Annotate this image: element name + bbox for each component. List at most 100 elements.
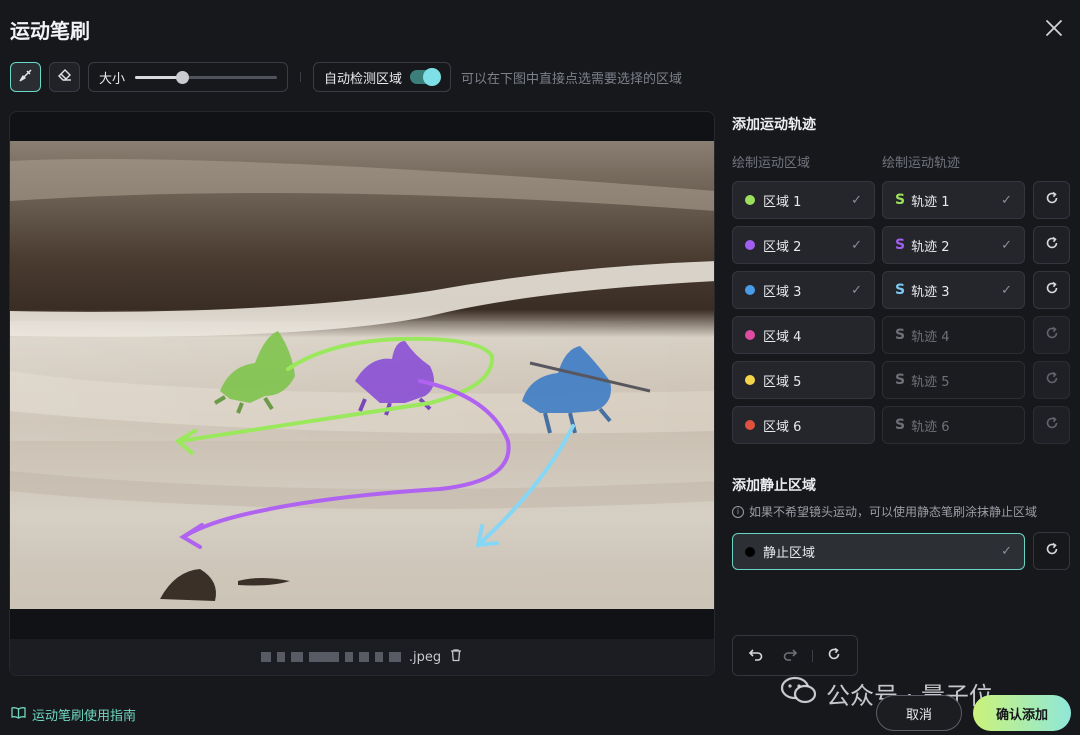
book-icon	[11, 706, 26, 723]
select-hint: 可以在下图中直接点选需要选择的区域	[461, 71, 683, 87]
reset-row-button-4[interactable]	[1033, 316, 1070, 354]
slider-handle[interactable]	[175, 70, 189, 84]
trajectory-label: 轨迹 6	[911, 419, 950, 435]
brush-size-control: 大小	[88, 62, 288, 92]
area-column-label: 绘制运动区域	[732, 156, 811, 171]
static-section-title: 添加静止区域	[732, 478, 816, 494]
static-area-button[interactable]: 静止区域 ✓	[732, 533, 1025, 570]
area-label: 区域 2	[763, 239, 802, 255]
file-extension: .jpeg	[408, 649, 442, 665]
size-label: 大小	[99, 71, 126, 87]
trajectory-button-4[interactable]: S 轨迹 4	[882, 316, 1025, 354]
area-color-dot	[745, 285, 755, 295]
area-label: 区域 3	[763, 284, 802, 300]
trajectory-column-label: 绘制运动轨迹	[882, 156, 961, 171]
reset-all-button[interactable]	[821, 643, 847, 669]
eraser-tool-button[interactable]	[49, 62, 80, 92]
trajectory-icon: S	[895, 372, 906, 388]
confirm-add-button[interactable]: 确认添加	[973, 695, 1071, 731]
area-button-6[interactable]: 区域 6	[732, 406, 875, 444]
reset-icon	[1044, 190, 1060, 210]
reset-icon	[1044, 235, 1060, 255]
guide-link[interactable]: 运动笔刷使用指南	[11, 705, 136, 724]
trajectory-button-5[interactable]: S 轨迹 5	[882, 361, 1025, 399]
trajectory-label: 轨迹 5	[911, 374, 950, 390]
file-name-redacted	[260, 652, 401, 662]
redo-icon	[782, 646, 798, 666]
delete-file-icon[interactable]	[449, 648, 463, 666]
undo-icon	[748, 646, 764, 666]
motion-row: 区域 6 S 轨迹 6	[732, 406, 1070, 444]
motion-row: 区域 4 S 轨迹 4	[732, 316, 1070, 354]
area-button-2[interactable]: 区域 2 ✓	[732, 226, 875, 264]
trajectory-button-3[interactable]: S 轨迹 3 ✓	[882, 271, 1025, 309]
trajectory-icon: S	[895, 192, 906, 208]
guide-link-label: 运动笔刷使用指南	[32, 709, 137, 724]
reset-icon	[1044, 415, 1060, 435]
reset-row-button-6[interactable]	[1033, 406, 1070, 444]
paint-canvas[interactable]	[10, 141, 715, 609]
static-reset-button[interactable]	[1033, 532, 1070, 570]
brush-toolbar: 大小 自动检测区域 可以在下图中直接点选需要选择的区域	[10, 62, 682, 92]
check-icon: ✓	[1001, 282, 1012, 298]
trajectory-label: 轨迹 2	[911, 239, 950, 255]
auto-detect-toggle[interactable]	[410, 68, 442, 86]
motion-row: 区域 5 S 轨迹 5	[732, 361, 1070, 399]
brush-size-slider[interactable]	[135, 70, 277, 84]
static-area-label: 静止区域	[763, 546, 816, 561]
canvas-panel: .jpeg	[9, 111, 715, 676]
area-button-5[interactable]: 区域 5	[732, 361, 875, 399]
area-button-3[interactable]: 区域 3 ✓	[732, 271, 875, 309]
cancel-button[interactable]: 取消	[876, 695, 962, 731]
area-label: 区域 6	[763, 419, 802, 435]
trajectory-icon: S	[895, 327, 906, 343]
file-bar: .jpeg	[10, 639, 714, 675]
brush-tool-button[interactable]	[10, 62, 41, 92]
check-icon: ✓	[1001, 544, 1012, 559]
trajectory-label: 轨迹 3	[911, 284, 950, 300]
brush-icon	[18, 67, 34, 87]
trajectory-button-1[interactable]: S 轨迹 1 ✓	[882, 181, 1025, 219]
info-icon: i	[732, 505, 744, 518]
slider-fill	[135, 75, 182, 79]
area-label: 区域 4	[763, 329, 802, 345]
reset-row-button-1[interactable]	[1033, 181, 1070, 219]
area-color-dot	[745, 330, 755, 340]
area-color-dot	[745, 195, 755, 205]
motion-row: 区域 1 ✓ S 轨迹 1 ✓	[732, 181, 1070, 219]
static-info: i 如果不希望镜头运动，可以使用静态笔刷涂抹静止区域	[732, 503, 1037, 520]
area-label: 区域 5	[763, 374, 802, 390]
area-button-1[interactable]: 区域 1 ✓	[732, 181, 875, 219]
trajectory-button-6[interactable]: S 轨迹 6	[882, 406, 1025, 444]
history-divider	[811, 649, 813, 662]
reset-row-button-2[interactable]	[1033, 226, 1070, 264]
area-color-dot	[745, 375, 755, 385]
area-color-dot	[745, 240, 755, 250]
reset-icon	[1044, 280, 1060, 300]
reset-row-button-5[interactable]	[1033, 361, 1070, 399]
history-controls	[732, 635, 858, 676]
motion-section-title: 添加运动轨迹	[732, 117, 816, 133]
trajectory-label: 轨迹 4	[911, 329, 950, 345]
static-info-text: 如果不希望镜头运动，可以使用静态笔刷涂抹静止区域	[749, 505, 1038, 519]
check-icon: ✓	[851, 237, 862, 253]
trajectory-button-2[interactable]: S 轨迹 2 ✓	[882, 226, 1025, 264]
wechat-icon	[780, 675, 818, 711]
motion-row: 区域 2 ✓ S 轨迹 2 ✓	[732, 226, 1070, 264]
redo-button[interactable]	[777, 643, 803, 669]
reset-icon	[1044, 541, 1060, 561]
check-icon: ✓	[851, 282, 862, 298]
trajectory-icon: S	[895, 417, 906, 433]
undo-button[interactable]	[743, 643, 769, 669]
auto-detect-control: 自动检测区域	[313, 62, 452, 92]
static-area-color-dot	[745, 546, 755, 557]
reset-icon	[1044, 370, 1060, 390]
trajectory-icon: S	[895, 237, 906, 253]
reset-row-button-3[interactable]	[1033, 271, 1070, 309]
dialog-title: 运动笔刷	[10, 19, 90, 43]
check-icon: ✓	[851, 192, 862, 208]
area-button-4[interactable]: 区域 4	[732, 316, 875, 354]
area-color-dot	[745, 420, 755, 430]
settings-panel: 添加运动轨迹 绘制运动区域 绘制运动轨迹 区域 1 ✓ S 轨迹 1 ✓ 区域 2 ✓ S 轨迹…	[732, 0, 1072, 735]
check-icon: ✓	[1001, 237, 1012, 253]
